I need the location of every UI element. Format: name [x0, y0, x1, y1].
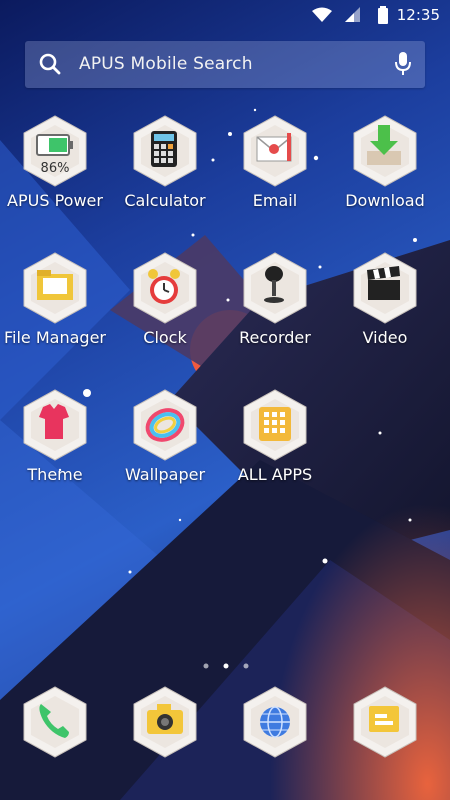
app-grid-icon	[243, 389, 307, 461]
download-icon	[353, 115, 417, 187]
battery-percent: 86%	[40, 161, 70, 176]
calculator-icon	[133, 115, 197, 187]
search-placeholder: APUS Mobile Search	[79, 54, 253, 74]
search-bar[interactable]: APUS Mobile Search	[25, 41, 425, 88]
status-bar: 12:35	[0, 0, 450, 32]
dock-browser[interactable]	[220, 686, 330, 796]
status-time: 12:35	[396, 6, 440, 24]
app-calculator[interactable]: Calculator	[110, 115, 220, 225]
battery-icon	[23, 115, 87, 187]
camera-icon	[133, 686, 197, 758]
app-email[interactable]: Email	[220, 115, 330, 225]
folder-icon	[23, 252, 87, 324]
shirt-icon	[23, 389, 87, 461]
app-theme[interactable]: Theme	[0, 389, 110, 499]
email-icon	[243, 115, 307, 187]
page-indicator	[203, 663, 249, 669]
battery-icon	[378, 6, 388, 24]
app-recorder[interactable]: Recorder	[220, 252, 330, 362]
microphone-icon	[243, 252, 307, 324]
app-label: Video	[362, 328, 408, 347]
microphone-icon[interactable]	[395, 52, 411, 76]
dock-messages[interactable]	[330, 686, 440, 796]
rainbow-ring-icon	[133, 389, 197, 461]
app-video[interactable]: Video	[330, 252, 440, 362]
app-wallpaper[interactable]: Wallpaper	[110, 389, 220, 499]
app-label: Download	[345, 191, 425, 210]
app-file-manager[interactable]: File Manager	[0, 252, 110, 362]
app-apus-power[interactable]: 86% APUS Power	[0, 115, 110, 225]
alarm-clock-icon	[133, 252, 197, 324]
phone-icon	[23, 686, 87, 758]
app-clock[interactable]: Clock	[110, 252, 220, 362]
dock-phone[interactable]	[0, 686, 110, 796]
app-label: ALL APPS	[237, 465, 313, 484]
wifi-icon	[312, 7, 332, 22]
app-download[interactable]: Download	[330, 115, 440, 225]
globe-icon	[243, 686, 307, 758]
search-icon	[39, 53, 61, 75]
messages-icon	[353, 686, 417, 758]
dock-camera[interactable]	[110, 686, 220, 796]
signal-icon	[345, 7, 360, 22]
app-all-apps[interactable]: ALL APPS	[220, 389, 330, 499]
clapperboard-icon	[353, 252, 417, 324]
